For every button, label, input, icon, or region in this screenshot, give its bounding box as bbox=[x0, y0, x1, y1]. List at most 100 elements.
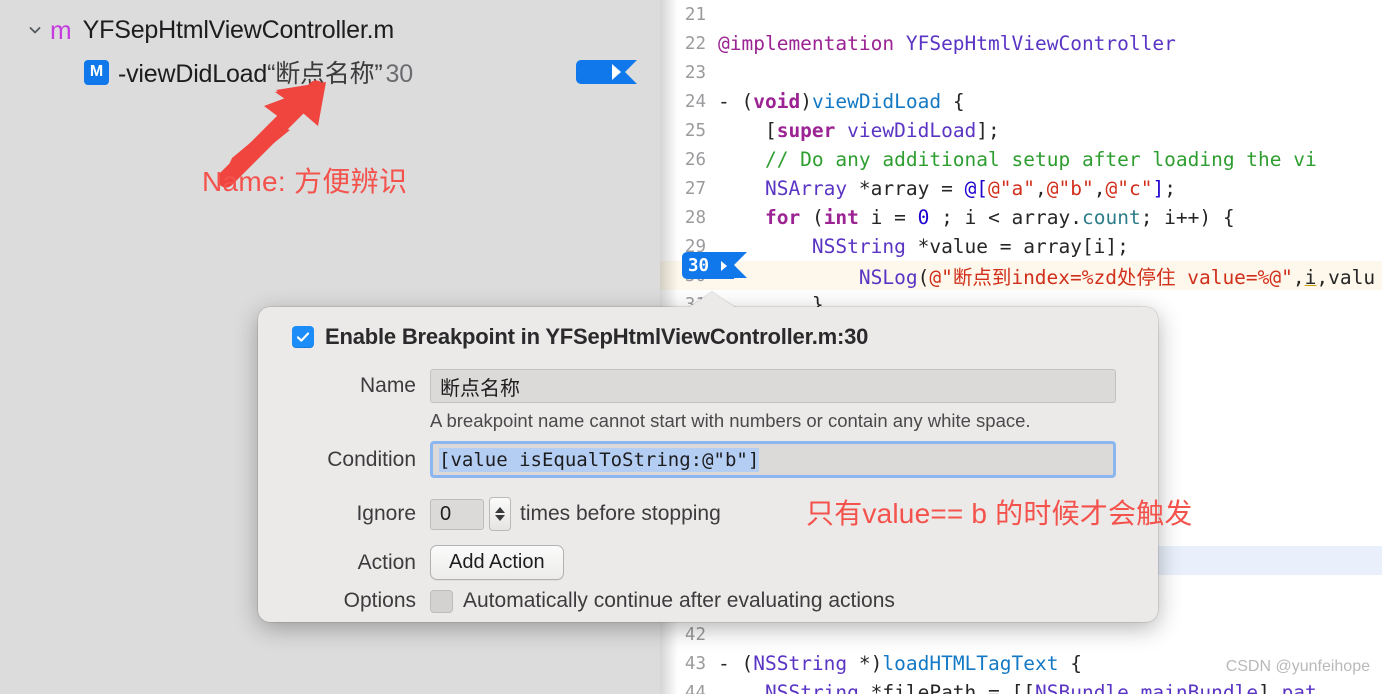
name-hint-text: A breakpoint name cannot start with numb… bbox=[430, 410, 1031, 432]
line-number-gutter[interactable]: 43 bbox=[660, 654, 718, 674]
code-token: i bbox=[1305, 266, 1317, 289]
code-line[interactable]: 44 NSString *filePath = [[NSBundle mainB… bbox=[660, 678, 1382, 694]
ignore-stepper[interactable] bbox=[489, 497, 511, 531]
code-line[interactable]: 24- (void)viewDidLoad { bbox=[660, 87, 1382, 116]
method-badge-icon: M bbox=[84, 60, 109, 85]
code-token: NSLog bbox=[859, 266, 918, 289]
screenshot-root: m YFSepHtmlViewController.m M -viewDidLo… bbox=[0, 0, 1382, 694]
name-input[interactable]: 断点名称 bbox=[430, 369, 1116, 403]
code-token: ] bbox=[1152, 177, 1164, 200]
line-number-gutter[interactable]: 22 bbox=[660, 34, 718, 54]
line-number-gutter[interactable]: 42 bbox=[660, 625, 718, 645]
code-token: , bbox=[1035, 177, 1047, 200]
code-token: viewDidLoad bbox=[847, 119, 976, 142]
line-number-gutter[interactable]: 27 bbox=[660, 179, 718, 199]
code-token: *array = bbox=[847, 177, 964, 200]
options-label: Options bbox=[288, 589, 430, 613]
add-action-button[interactable]: Add Action bbox=[430, 545, 564, 580]
code-token: [ bbox=[718, 119, 777, 142]
line-number-gutter[interactable]: 24 bbox=[660, 92, 718, 112]
watermark-text: CSDN @yunfeihope bbox=[1226, 658, 1370, 676]
code-token bbox=[1129, 681, 1141, 694]
code-token bbox=[835, 119, 847, 142]
code-line-source: NSArray *array = @[@"a",@"b",@"c"]; bbox=[718, 177, 1176, 200]
code-token: @"a" bbox=[988, 177, 1035, 200]
stepper-down-icon[interactable] bbox=[495, 515, 505, 521]
name-row: Name 断点名称 bbox=[288, 369, 1116, 403]
enable-breakpoint-checkbox[interactable] bbox=[292, 326, 314, 348]
code-token: viewDidLoad bbox=[812, 90, 941, 113]
code-token: NSBundle bbox=[1035, 681, 1129, 694]
code-token: @"b" bbox=[1047, 177, 1094, 200]
code-token: - ( bbox=[718, 652, 753, 675]
code-annotation-text: 只有value== b 的时候才会触发 bbox=[806, 492, 1193, 532]
line-number-gutter[interactable]: 25 bbox=[660, 121, 718, 141]
code-token: loadHTMLTagText bbox=[882, 652, 1058, 675]
condition-input-value: [value isEqualToString:@"b"] bbox=[439, 448, 759, 472]
code-token: ]; bbox=[976, 119, 999, 142]
code-line[interactable]: 23 bbox=[660, 58, 1382, 87]
editor-breakpoint-marker[interactable]: 30 bbox=[682, 252, 734, 279]
auto-continue-label: Automatically continue after evaluating … bbox=[463, 589, 895, 613]
code-line-source: NSString *value = array[i]; bbox=[718, 235, 1129, 258]
code-token: NSString bbox=[753, 652, 847, 675]
code-token: YFSepHtmlViewController bbox=[906, 32, 1176, 55]
popover-title: Enable Breakpoint in YFSepHtmlViewContro… bbox=[325, 324, 868, 350]
code-token: ] bbox=[1258, 681, 1281, 694]
popover-title-row: Enable Breakpoint in YFSepHtmlViewContro… bbox=[292, 324, 868, 350]
code-token: { bbox=[1059, 652, 1082, 675]
code-token: ) bbox=[800, 90, 812, 113]
line-number-gutter[interactable]: 44 bbox=[660, 683, 718, 694]
code-line[interactable]: 28 for (int i = 0 ; i < array.count; i++… bbox=[660, 203, 1382, 232]
action-label: Action bbox=[288, 551, 430, 575]
breakpoint-edit-popover: Enable Breakpoint in YFSepHtmlViewContro… bbox=[258, 307, 1158, 622]
code-line[interactable]: 30 NSLog(@"断点到index=%zd处停住 value=%@",i,v… bbox=[660, 261, 1382, 290]
line-number-gutter[interactable]: 21 bbox=[660, 5, 718, 25]
options-row: Options Automatically continue after eva… bbox=[288, 589, 895, 613]
code-lines-bottom: 4243- (NSString *)loadHTMLTagText {44 NS… bbox=[660, 620, 1382, 694]
code-token: NSString bbox=[812, 235, 906, 258]
code-token: // Do any additional setup after loading… bbox=[718, 148, 1317, 171]
code-token: ( bbox=[918, 266, 930, 289]
condition-input[interactable]: [value isEqualToString:@"b"] bbox=[430, 441, 1116, 478]
code-line-source: // Do any additional setup after loading… bbox=[718, 148, 1317, 171]
breakpoint-enabled-flag-icon[interactable] bbox=[576, 60, 625, 84]
code-line[interactable]: 22@implementation YFSepHtmlViewControlle… bbox=[660, 29, 1382, 58]
code-line[interactable]: 29 NSString *value = array[i]; bbox=[660, 232, 1382, 261]
breakpoint-marker-line: 30 bbox=[688, 256, 709, 276]
navigator-file-row[interactable]: m YFSepHtmlViewController.m bbox=[0, 12, 660, 48]
ignore-suffix-label: times before stopping bbox=[520, 502, 721, 526]
code-line-source: - (void)viewDidLoad { bbox=[718, 90, 965, 113]
breakpoint-caret-icon bbox=[721, 261, 727, 271]
navigator-file-name: YFSepHtmlViewController.m bbox=[83, 16, 394, 45]
popover-arrow bbox=[688, 292, 736, 308]
condition-row: Condition [value isEqualToString:@"b"] bbox=[288, 441, 1116, 478]
code-line[interactable]: 25 [super viewDidLoad]; bbox=[660, 116, 1382, 145]
code-line[interactable]: 26 // Do any additional setup after load… bbox=[660, 145, 1382, 174]
code-token: mainBundle bbox=[1141, 681, 1258, 694]
code-token: *value = array[i]; bbox=[906, 235, 1129, 258]
line-number-gutter[interactable]: 23 bbox=[660, 63, 718, 83]
line-number-gutter[interactable]: 26 bbox=[660, 150, 718, 170]
code-line[interactable]: 21 bbox=[660, 0, 1382, 29]
ignore-count-input[interactable]: 0 bbox=[430, 499, 484, 530]
code-token: - ( bbox=[718, 90, 753, 113]
code-line[interactable]: 27 NSArray *array = @[@"a",@"b",@"c"]; bbox=[660, 174, 1382, 203]
code-token: ; i++) { bbox=[1141, 206, 1235, 229]
navigator-annotation-text: Name: 方便辨识 bbox=[202, 160, 407, 200]
code-line-source: NSString *filePath = [[NSBundle mainBund… bbox=[718, 681, 1317, 694]
code-token: ( bbox=[800, 206, 823, 229]
stepper-up-icon[interactable] bbox=[495, 507, 505, 513]
code-token bbox=[718, 206, 765, 229]
code-token: , bbox=[1293, 266, 1305, 289]
line-number-gutter[interactable]: 28 bbox=[660, 208, 718, 228]
chevron-down-icon[interactable] bbox=[26, 21, 44, 39]
action-row: Action Add Action bbox=[288, 545, 564, 580]
code-token: *) bbox=[847, 652, 882, 675]
auto-continue-checkbox[interactable] bbox=[430, 590, 453, 613]
code-line[interactable]: 42 bbox=[660, 620, 1382, 649]
code-token: @"断点到index=%zd处停住 value=%@" bbox=[929, 266, 1293, 289]
code-token: ; i < array. bbox=[929, 206, 1082, 229]
code-lines-top: 21 22@implementation YFSepHtmlViewControl… bbox=[660, 0, 1382, 319]
code-token: NSString bbox=[765, 681, 859, 694]
